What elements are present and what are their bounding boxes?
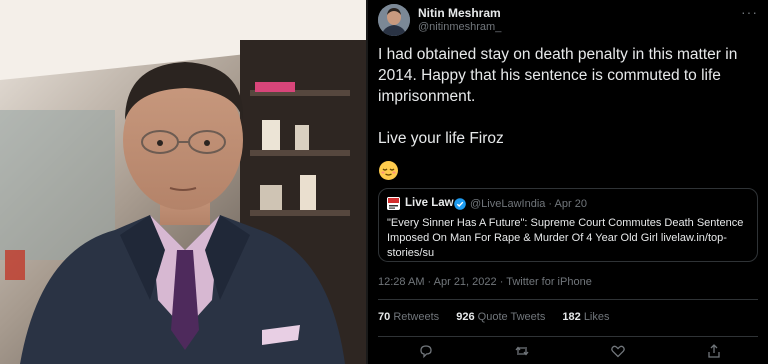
relieved-face-emoji [378, 160, 399, 181]
quotes-count: 926 [456, 311, 475, 323]
livelaw-logo-icon [387, 197, 400, 210]
quoted-text: "Every Sinner Has A Future": Supreme Cou… [387, 217, 744, 259]
profile-photo [0, 0, 366, 364]
tweet-text-line1: I had obtained stay on death penalty in … [378, 46, 738, 105]
retweets-label: Retweets [393, 311, 440, 323]
divider [378, 299, 758, 300]
retweets-stat[interactable]: 70 Retweets [378, 311, 439, 323]
author-name[interactable]: Nitin Meshram [418, 6, 501, 20]
likes-label: Likes [583, 311, 610, 323]
quotes-label: Quote Tweets [477, 311, 546, 323]
quoted-meta: @LiveLawIndia · Apr 20 [470, 198, 587, 210]
engagement-stats: 70 Retweets 926 Quote Tweets 182 Likes [378, 311, 624, 323]
divider [378, 336, 758, 337]
quoted-tweet[interactable]: Live Law @LiveLawIndia · Apr 20 "Every S… [378, 188, 758, 262]
reply-icon[interactable] [418, 343, 434, 359]
share-icon[interactable] [706, 343, 722, 359]
quote-tweets-stat[interactable]: 926 Quote Tweets [456, 311, 545, 323]
author-avatar[interactable] [378, 4, 410, 36]
like-icon[interactable] [610, 343, 626, 359]
tweet-text-line2: Live your life Firoz [378, 130, 504, 147]
tweet-timestamp[interactable]: 12:28 AM · Apr 21, 2022 · Twitter for iP… [378, 276, 592, 288]
author-handle[interactable]: @nitinmeshram_ [418, 21, 501, 33]
quoted-author-name: Live Law [405, 197, 454, 209]
likes-stat[interactable]: 182 Likes [562, 311, 609, 323]
tweet-card: Nitin Meshram @nitinmeshram_ ··· I had o… [368, 0, 768, 364]
action-bar [368, 343, 768, 361]
retweet-icon[interactable] [514, 343, 530, 359]
verified-badge-icon [454, 197, 466, 210]
more-options-icon[interactable]: ··· [741, 4, 758, 20]
tweet-text: I had obtained stay on death penalty in … [378, 44, 762, 149]
likes-count: 182 [562, 311, 581, 323]
retweets-count: 70 [378, 311, 391, 323]
